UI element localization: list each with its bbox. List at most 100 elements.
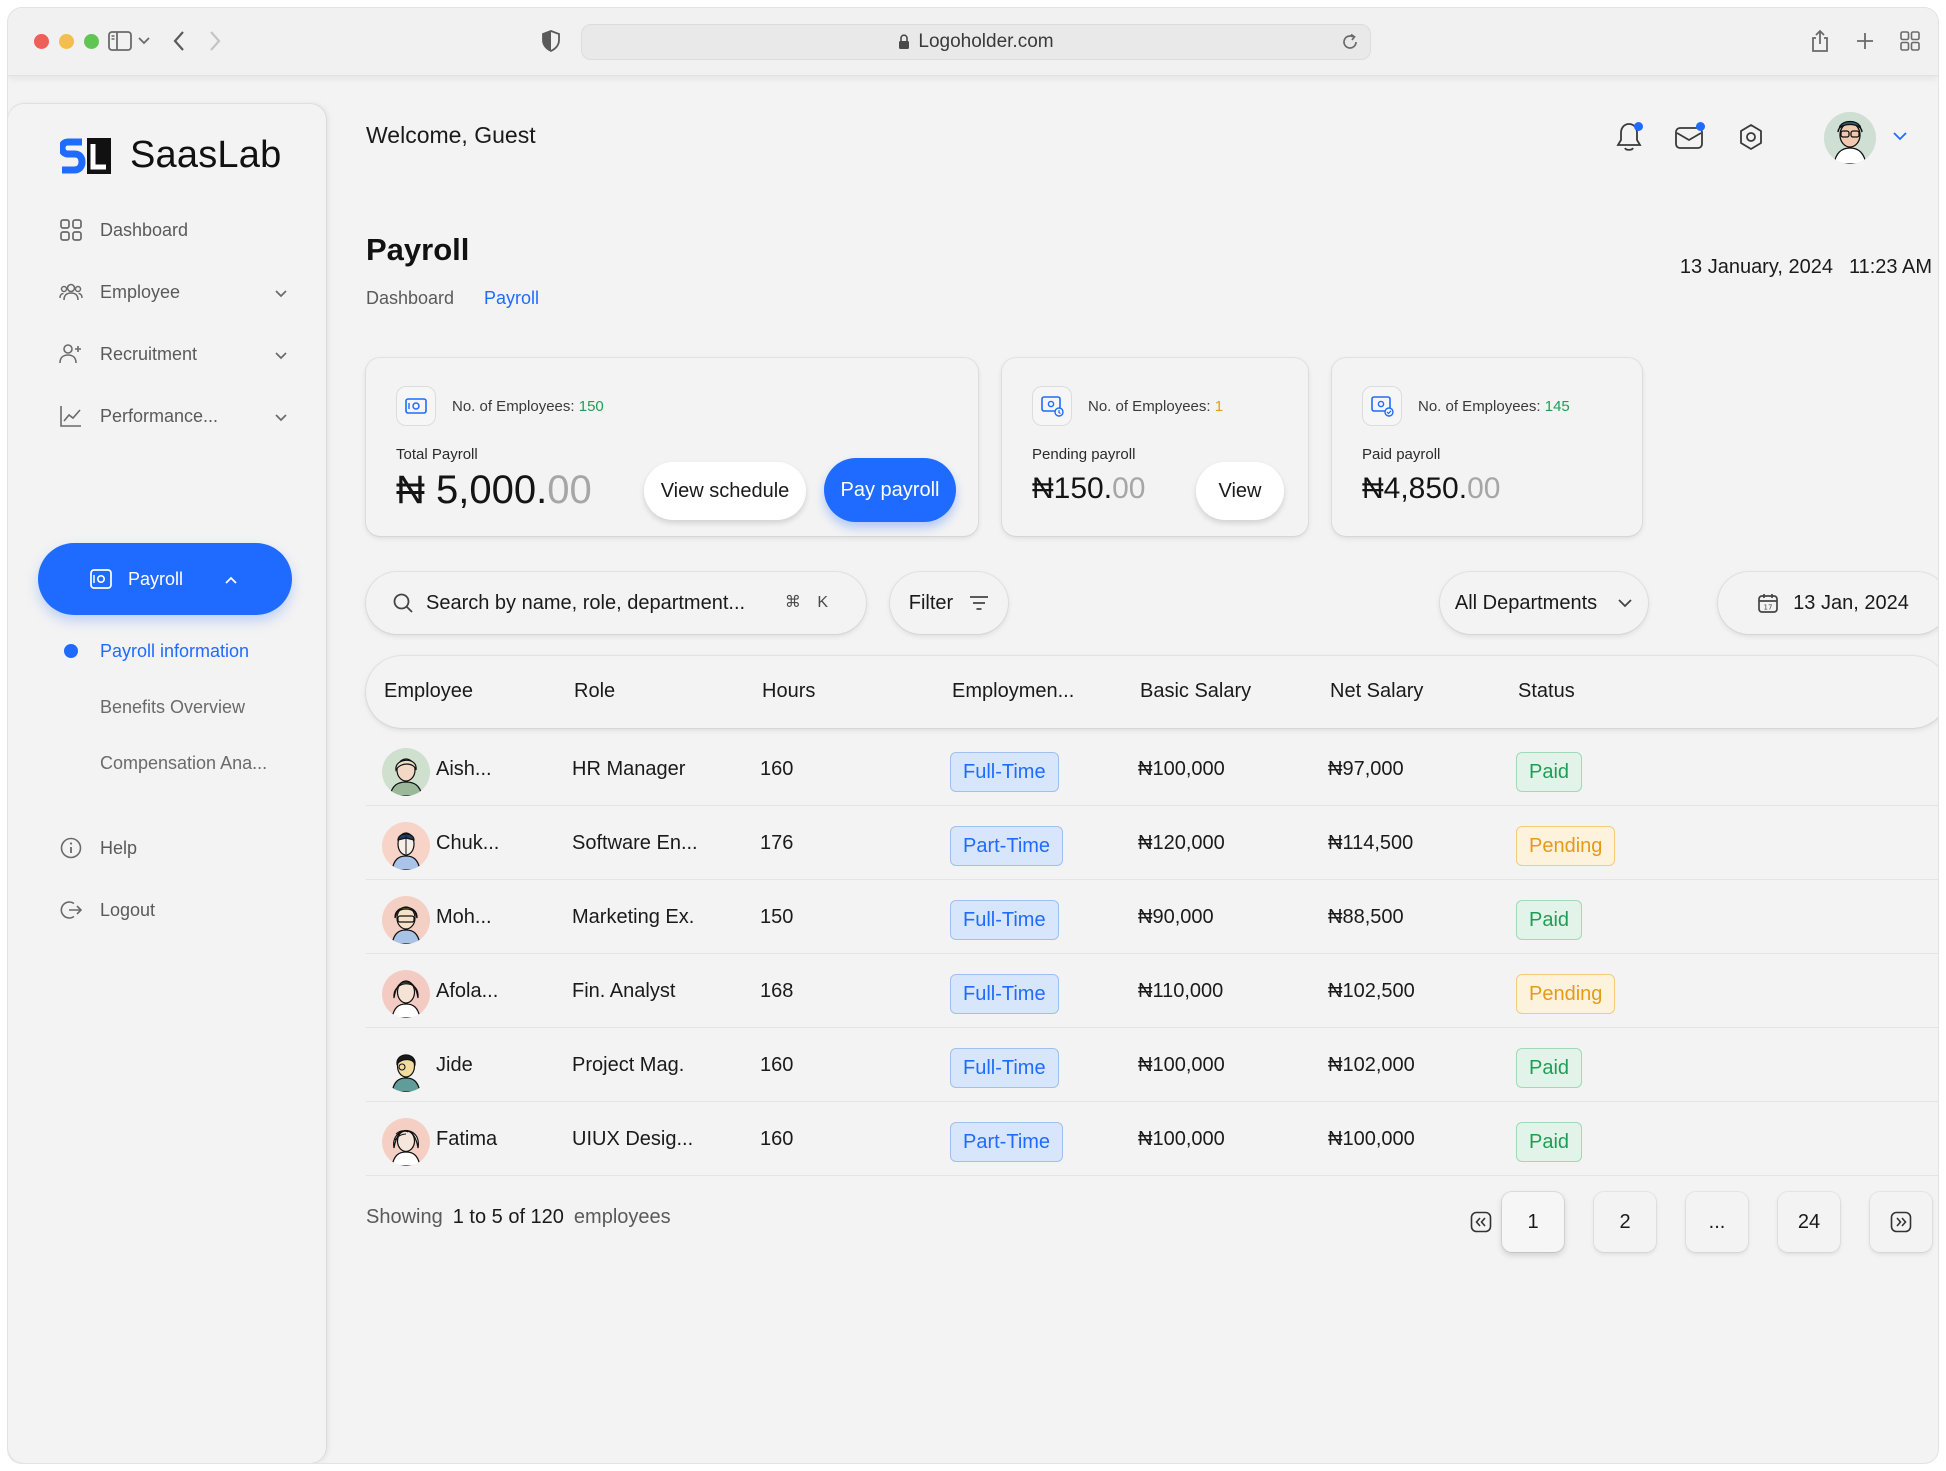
new-tab-icon[interactable] [1856, 28, 1874, 54]
settings-icon[interactable] [1734, 120, 1768, 154]
column-header-employment[interactable]: Employmen... [952, 680, 1074, 703]
employment-type-badge: Full-Time [950, 900, 1059, 940]
forward-arrow-icon[interactable] [208, 28, 222, 54]
table-row[interactable]: Aish... HR Manager 160 Full-Time ₦100,00… [366, 732, 1938, 806]
employee-role: Project Mag. [572, 1054, 685, 1076]
shield-icon[interactable] [542, 28, 560, 54]
welcome-message: Welcome, Guest [366, 122, 536, 149]
employment-type-badge: Full-Time [950, 752, 1059, 792]
sub-item-payroll-information[interactable]: Payroll information [100, 636, 249, 666]
search-bar[interactable]: Search by name, role, department... ⌘ K [366, 572, 866, 634]
page-2-button[interactable]: 2 [1594, 1192, 1656, 1252]
employee-avatar [382, 970, 430, 1018]
status-badge: Pending [1516, 974, 1616, 1014]
column-header-status[interactable]: Status [1518, 680, 1575, 703]
paid-payroll-card: No. of Employees: 145 Paid payroll ₦4,85… [1332, 358, 1642, 536]
browser-toolbar: Logoholder.com [8, 8, 1938, 76]
user-avatar[interactable] [1824, 112, 1876, 164]
reload-icon[interactable] [1340, 32, 1360, 58]
basic-salary: ₦90,000 [1138, 906, 1214, 928]
total-payroll-card: No. of Employees: 150 Total Payroll ₦ 5,… [366, 358, 978, 536]
pagination-summary: Showing 1 to 5 of 120 employees [366, 1206, 671, 1229]
breadcrumb-dashboard[interactable]: Dashboard [366, 288, 454, 309]
column-header-net-salary[interactable]: Net Salary [1330, 680, 1423, 703]
employee-hours: 168 [760, 980, 794, 1002]
sidebar-item-dashboard[interactable]: Dashboard [58, 210, 288, 250]
status-badge: Paid [1516, 1048, 1583, 1088]
table-row[interactable]: Afola... Fin. Analyst 168 Full-Time ₦110… [366, 954, 1938, 1028]
chevron-down-icon[interactable] [138, 28, 150, 54]
column-header-basic-salary[interactable]: Basic Salary [1140, 680, 1251, 703]
active-indicator-dot [64, 644, 78, 658]
sub-item-benefits-overview[interactable]: Benefits Overview [100, 692, 245, 722]
card-label: Total Payroll [396, 446, 478, 463]
department-value: All Departments [1454, 591, 1598, 614]
card-amount: ₦150.00 [1032, 472, 1146, 505]
card-amount: ₦4,850.00 [1362, 472, 1501, 505]
department-select[interactable]: All Departments [1440, 572, 1648, 634]
column-header-hours[interactable]: Hours [762, 680, 815, 703]
card-amount: ₦ 5,000.00 [396, 468, 592, 512]
employee-count: No. of Employees: 150 [452, 398, 604, 415]
page-1-button[interactable]: 1 [1502, 1192, 1564, 1252]
chevron-down-icon[interactable] [1892, 128, 1908, 146]
share-icon[interactable] [1810, 28, 1830, 54]
sidebar-toggle-icon[interactable] [108, 28, 132, 54]
sidebar-item-performance[interactable]: Performance... [58, 396, 288, 436]
address-bar[interactable]: Logoholder.com [581, 24, 1371, 60]
maximize-window-button[interactable] [84, 34, 99, 49]
sidebar-item-help[interactable]: Help [58, 828, 288, 868]
employee-count: No. of Employees: 145 [1418, 398, 1570, 415]
view-schedule-button[interactable]: View schedule [644, 462, 806, 520]
breadcrumb-payroll[interactable]: Payroll [484, 288, 539, 309]
chevron-down-icon [274, 406, 288, 427]
date-picker[interactable]: 17 13 Jan, 2024 [1718, 572, 1938, 634]
logo[interactable]: SaasLab [58, 134, 281, 177]
minimize-window-button[interactable] [59, 34, 74, 49]
pay-payroll-button[interactable]: Pay payroll [824, 458, 956, 522]
close-window-button[interactable] [34, 34, 49, 49]
sidebar-item-logout[interactable]: Logout [58, 890, 288, 930]
employee-hours: 150 [760, 906, 794, 928]
sidebar-item-recruitment[interactable]: Recruitment [58, 334, 288, 374]
table-row[interactable]: Fatima UIUX Desig... 160 Part-Time ₦100,… [366, 1102, 1938, 1176]
user-name: Guest [474, 122, 536, 148]
filter-button[interactable]: Filter [890, 572, 1008, 634]
employee-role: Fin. Analyst [572, 980, 676, 1002]
employee-name: Fatima [436, 1128, 498, 1150]
table-row[interactable]: Moh... Marketing Ex. 150 Full-Time ₦90,0… [366, 880, 1938, 954]
employee-avatar [382, 1118, 430, 1166]
tab-overview-icon[interactable] [1900, 28, 1920, 54]
employee-hours: 160 [760, 1054, 794, 1076]
back-arrow-icon[interactable] [172, 28, 186, 54]
mail-icon[interactable] [1672, 120, 1706, 154]
view-button[interactable]: View [1196, 462, 1284, 520]
net-salary: ₦102,000 [1328, 1054, 1415, 1076]
main-content: Welcome, Guest Payroll Dashboard Payroll… [326, 76, 1938, 1463]
bell-icon[interactable] [1612, 120, 1646, 154]
info-icon [58, 835, 84, 861]
table-row[interactable]: Jide Project Mag. 160 Full-Time ₦100,000… [366, 1028, 1938, 1102]
employment-type-badge: Part-Time [950, 1122, 1064, 1162]
sub-item-compensation-analysis[interactable]: Compensation Ana... [100, 748, 267, 778]
sidebar-item-payroll[interactable]: Payroll [38, 543, 292, 615]
page-ellipsis: ... [1686, 1192, 1748, 1252]
page-24-button[interactable]: 24 [1778, 1192, 1840, 1252]
table-row[interactable]: Chuk... Software En... 176 Part-Time ₦12… [366, 806, 1938, 880]
chevron-down-icon [274, 282, 288, 303]
employee-name: Afola... [436, 980, 499, 1002]
svg-text:17: 17 [1764, 604, 1773, 612]
line-chart-icon [58, 403, 84, 429]
basic-salary: ₦100,000 [1138, 1128, 1225, 1150]
last-page-icon[interactable] [1870, 1192, 1932, 1252]
column-header-employee[interactable]: Employee [384, 680, 473, 703]
basic-salary: ₦100,000 [1138, 758, 1225, 780]
net-salary: ₦102,500 [1328, 980, 1415, 1002]
column-header-role[interactable]: Role [574, 680, 615, 703]
basic-salary: ₦110,000 [1138, 980, 1224, 1002]
search-icon [392, 592, 414, 614]
search-input[interactable]: Search by name, role, department... [426, 592, 745, 615]
sidebar-item-employee[interactable]: Employee [58, 272, 288, 312]
user-add-icon [58, 341, 84, 367]
sidebar-item-label: Employee [100, 281, 181, 302]
